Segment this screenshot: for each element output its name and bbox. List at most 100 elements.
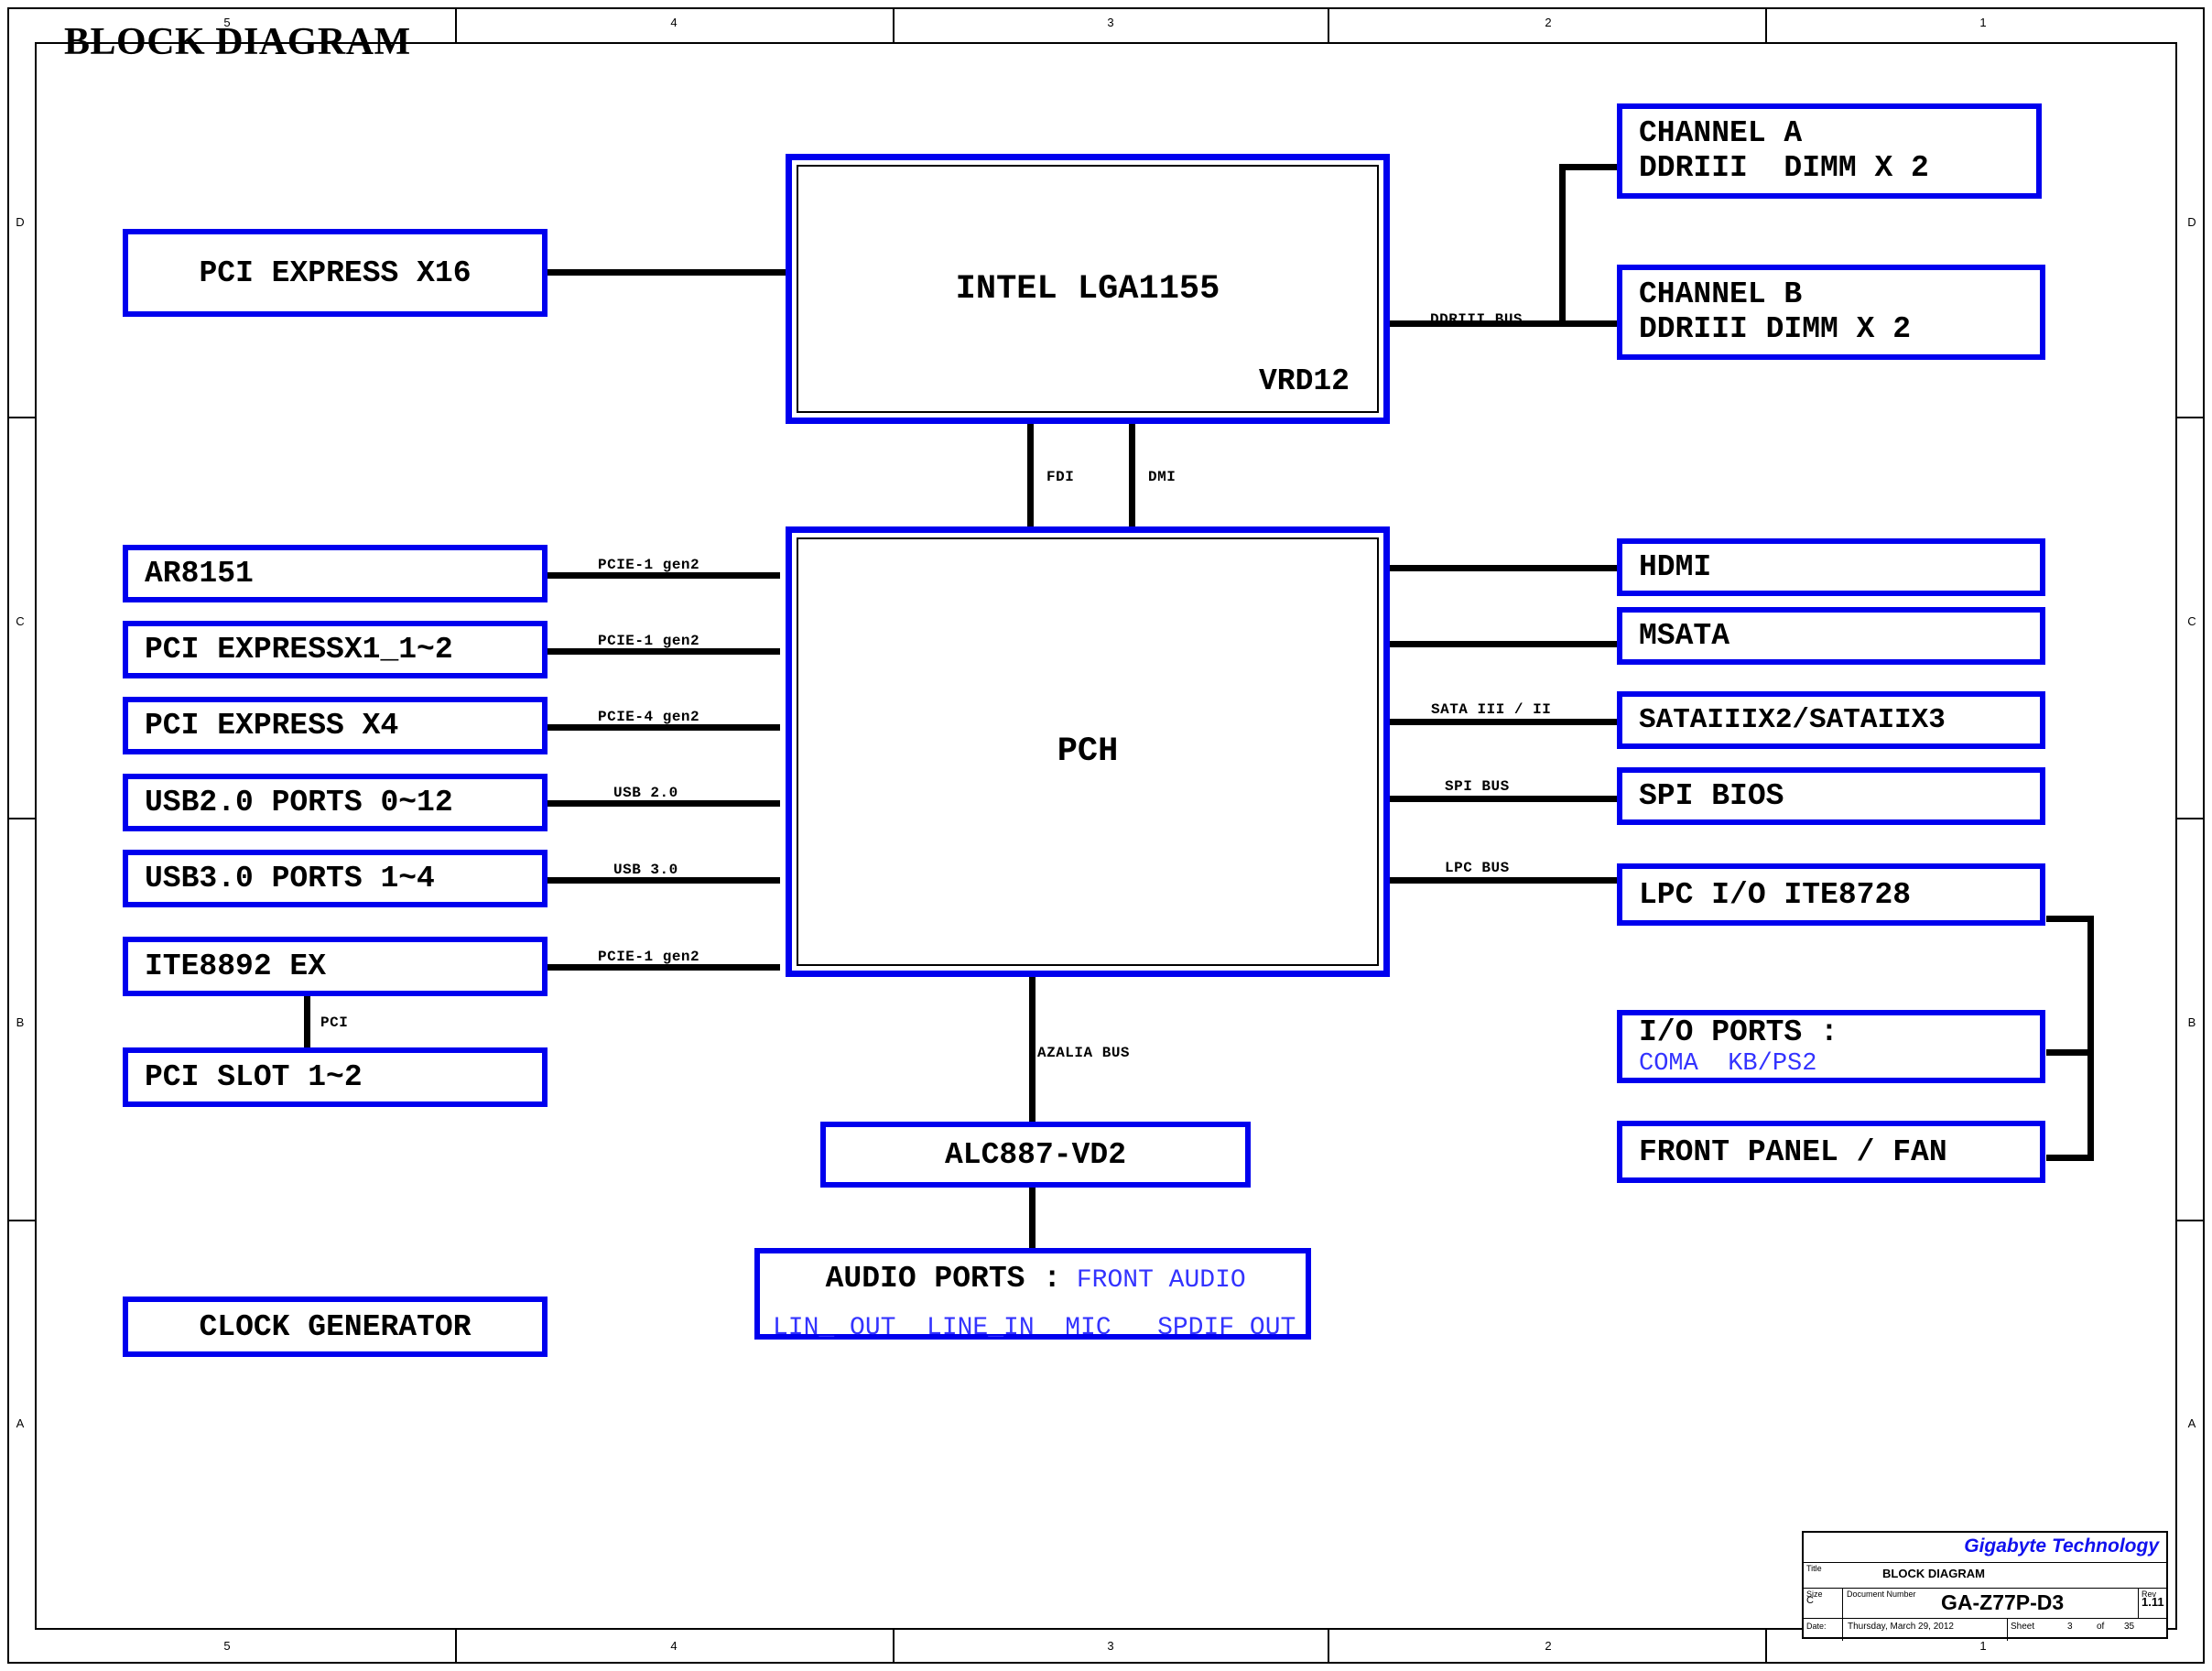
block-front-panel[interactable]: FRONT PANEL / FAN <box>1617 1121 2045 1183</box>
zone-number-top-4: 4 <box>670 16 678 29</box>
block-clock-generator[interactable]: CLOCK GENERATOR <box>123 1297 548 1357</box>
block-lpc-io[interactable]: LPC I/O ITE8728 <box>1617 863 2045 926</box>
wire-fdi <box>1027 423 1034 528</box>
wire-ar8151-to-pch <box>548 572 780 579</box>
wire-pciex1-to-pch <box>548 648 780 655</box>
block-label-audio-ports-line1: AUDIO PORTS : FRONT AUDIO <box>773 1245 1246 1313</box>
block-label-channel-b-line1: CHANNEL B <box>1639 277 1803 311</box>
zone-tick-top-2 <box>893 7 895 42</box>
zone-number-bottom-1: 1 <box>1979 1639 1987 1653</box>
block-label-io-ports-title: I/O PORTS : <box>1639 1015 1838 1049</box>
block-usb20-ports[interactable]: USB2.0 PORTS 0~12 <box>123 774 548 831</box>
block-label-pci-express-x4: PCI EXPRESS X4 <box>145 709 399 743</box>
zone-letter-left-b: B <box>16 1015 25 1029</box>
wire-lpc-to-frontpanel <box>2046 1155 2094 1161</box>
pch-inner-frame: PCH <box>797 537 1379 966</box>
titleblock-divider-2 <box>1804 1588 2166 1589</box>
date-field-label: Date: <box>1806 1622 1827 1631</box>
date-value: Thursday, March 29, 2012 <box>1848 1622 1954 1632</box>
revision-value: 1.11 <box>2142 1595 2164 1609</box>
block-hdmi[interactable]: HDMI <box>1617 538 2045 596</box>
titleblock-divider-3 <box>1804 1618 2166 1619</box>
block-label-usb30-ports: USB3.0 PORTS 1~4 <box>145 862 435 895</box>
schematic-sheet: 5 4 3 2 1 5 4 3 2 1 D C B A D C B A BLOC… <box>0 0 2212 1671</box>
docnum-field-label: Document Number <box>1847 1590 1916 1599</box>
zone-number-bottom-2: 2 <box>1545 1639 1552 1653</box>
block-channel-b[interactable]: CHANNEL B DDRIII DIMM X 2 <box>1617 265 2045 360</box>
block-label-spi-bios: SPI BIOS <box>1639 779 1784 813</box>
block-label-pci-express-x16: PCI EXPRESS X16 <box>199 255 472 290</box>
block-ar8151[interactable]: AR8151 <box>123 545 548 602</box>
frame-outer-right <box>2203 7 2205 1664</box>
zone-letter-left-c: C <box>16 614 25 628</box>
block-pci-express-x4[interactable]: PCI EXPRESS X4 <box>123 697 548 754</box>
bus-label-pcie1-gen2-b: PCIE-1 gen2 <box>598 633 700 649</box>
wire-pch-to-lpc <box>1390 877 1617 884</box>
block-label-sata-ports: SATAIIIX2/SATAIIX3 <box>1639 704 1946 736</box>
bus-label-usb30: USB 3.0 <box>613 862 678 878</box>
zone-tick-left-1 <box>7 417 37 418</box>
block-pci-slot[interactable]: PCI SLOT 1~2 <box>123 1047 548 1107</box>
block-label-cpu: INTEL LGA1155 <box>955 269 1220 309</box>
block-cpu-intel-lga1155[interactable]: INTEL LGA1155 VRD12 <box>786 154 1390 424</box>
zone-letter-right-a: A <box>2187 1416 2196 1430</box>
zone-number-top-2: 2 <box>1545 16 1552 29</box>
wire-pch-to-alc887 <box>1029 977 1036 1122</box>
wire-pcie16-to-cpu <box>548 269 787 276</box>
block-ite8892-ex[interactable]: ITE8892 EX <box>123 937 548 996</box>
zone-tick-bottom-4 <box>1765 1630 1767 1664</box>
zone-number-top-1: 1 <box>1979 16 1987 29</box>
block-channel-a[interactable]: CHANNEL A DDRIII DIMM X 2 <box>1617 103 2042 199</box>
bus-label-dmi: DMI <box>1148 469 1176 485</box>
bus-label-azalia: AZALIA BUS <box>1037 1045 1131 1061</box>
block-label-channel-a-line2: DDRIII DIMM X 2 <box>1639 151 1929 185</box>
block-label-audio-ports-title: AUDIO PORTS : <box>825 1262 1062 1297</box>
block-sata-ports[interactable]: SATAIIIX2/SATAIIX3 <box>1617 691 2045 749</box>
block-alc887-vd2[interactable]: ALC887-VD2 <box>820 1122 1251 1188</box>
wire-ddr-to-channel-b <box>1559 320 1620 327</box>
zone-tick-top-3 <box>1328 7 1329 42</box>
block-label-pci-slot: PCI SLOT 1~2 <box>145 1060 363 1094</box>
company-name: Gigabyte Technology <box>1964 1535 2159 1557</box>
bus-label-pcie4-gen2: PCIE-4 gen2 <box>598 709 700 725</box>
bus-label-sata: SATA III / II <box>1431 701 1552 718</box>
block-label-ar8151: AR8151 <box>145 557 254 591</box>
block-label-audio-ports-front: FRONT AUDIO <box>1061 1266 1246 1296</box>
zone-tick-right-2 <box>2175 818 2205 819</box>
frame-inner-left <box>35 42 37 1630</box>
frame-outer-top <box>7 7 2205 9</box>
block-pci-expressx1[interactable]: PCI EXPRESSX1_1~2 <box>123 621 548 678</box>
wire-ite8892-to-pch <box>548 964 780 971</box>
zone-tick-top-4 <box>1765 7 1767 42</box>
block-msata[interactable]: MSATA <box>1617 607 2045 665</box>
block-label-pch: PCH <box>1057 732 1119 771</box>
wire-dmi <box>1129 423 1135 528</box>
block-label-alc887-vd2: ALC887-VD2 <box>944 1137 1127 1172</box>
block-label-hdmi: HDMI <box>1639 550 1712 584</box>
bus-label-lpc: LPC BUS <box>1445 860 1510 876</box>
wire-ddr-to-channel-a <box>1559 164 1620 170</box>
zone-tick-right-1 <box>2175 417 2205 418</box>
block-io-ports[interactable]: I/O PORTS : COMA KB/PS2 <box>1617 1010 2045 1083</box>
zone-tick-bottom-3 <box>1328 1630 1329 1664</box>
block-label-ite8892-ex: ITE8892 EX <box>145 949 327 983</box>
block-label-audio-ports-line2: LIN_ OUT LINE_IN MIC SPDIF OUT <box>773 1313 1296 1342</box>
wire-pch-to-sata <box>1390 719 1617 725</box>
bus-label-fdi: FDI <box>1046 469 1075 485</box>
block-pch[interactable]: PCH <box>786 526 1390 977</box>
cpu-inner-frame: INTEL LGA1155 VRD12 <box>797 165 1379 413</box>
zone-tick-right-3 <box>2175 1220 2205 1221</box>
block-label-usb20-ports: USB2.0 PORTS 0~12 <box>145 786 453 819</box>
block-usb30-ports[interactable]: USB3.0 PORTS 1~4 <box>123 850 548 907</box>
wire-lpc-to-ioports <box>2046 1049 2094 1056</box>
block-pci-express-x16[interactable]: PCI EXPRESS X16 <box>123 229 548 317</box>
block-label-cpu-vrd: VRD12 <box>1258 364 1350 398</box>
bus-label-ddriii: DDRIII BUS <box>1430 311 1523 328</box>
wire-pch-to-hdmi <box>1390 565 1617 571</box>
wire-usb30-to-pch <box>548 877 780 884</box>
bus-label-pci: PCI <box>320 1015 349 1031</box>
block-audio-ports[interactable]: AUDIO PORTS : FRONT AUDIO LIN_ OUT LINE_… <box>754 1245 1311 1342</box>
block-label-pci-expressx1: PCI EXPRESSX1_1~2 <box>145 633 453 667</box>
zone-tick-left-2 <box>7 818 37 819</box>
block-spi-bios[interactable]: SPI BIOS <box>1617 767 2045 825</box>
